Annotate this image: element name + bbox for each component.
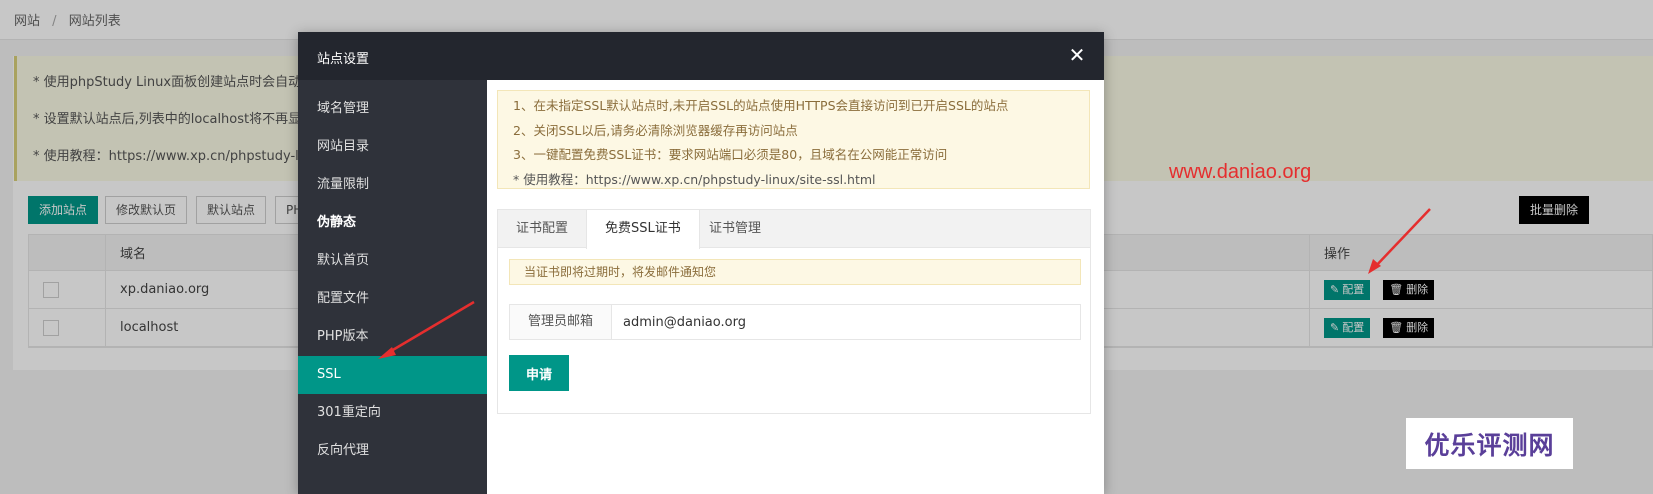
annotation-arrows <box>378 208 1431 359</box>
arrow-icon <box>378 300 475 359</box>
arrow-icon <box>1368 208 1431 274</box>
